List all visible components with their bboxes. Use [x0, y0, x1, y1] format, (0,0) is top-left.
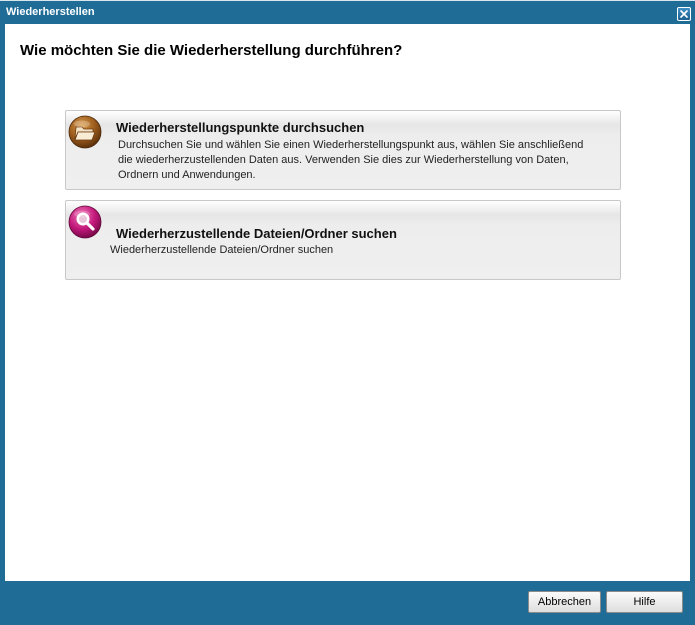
close-button[interactable] [677, 7, 691, 21]
title-bar: Wiederherstellen [0, 0, 695, 24]
cancel-button[interactable]: Abbrechen [528, 591, 601, 613]
option-title: Wiederherzustellende Dateien/Ordner such… [116, 226, 397, 241]
option-description: Wiederherzustellende Dateien/Ordner such… [110, 244, 334, 256]
folder-open-icon [68, 115, 102, 149]
dialog-content: Wie möchten Sie die Wiederherstellung du… [5, 24, 690, 581]
magnifier-icon [68, 205, 102, 239]
window-title: Wiederherstellen [6, 6, 95, 18]
page-heading: Wie möchten Sie die Wiederherstellung du… [20, 42, 403, 59]
close-icon [680, 10, 688, 18]
option-search-files-folders[interactable]: Wiederherzustellende Dateien/Ordner such… [65, 200, 621, 280]
option-title: Wiederherstellungspunkte durchsuchen [116, 120, 365, 135]
option-browse-recovery-points[interactable]: Wiederherstellungspunkte durchsuchen Dur… [65, 110, 621, 190]
option-description: Durchsuchen Sie und wählen Sie einen Wie… [118, 139, 584, 181]
help-button[interactable]: Hilfe [606, 591, 683, 613]
